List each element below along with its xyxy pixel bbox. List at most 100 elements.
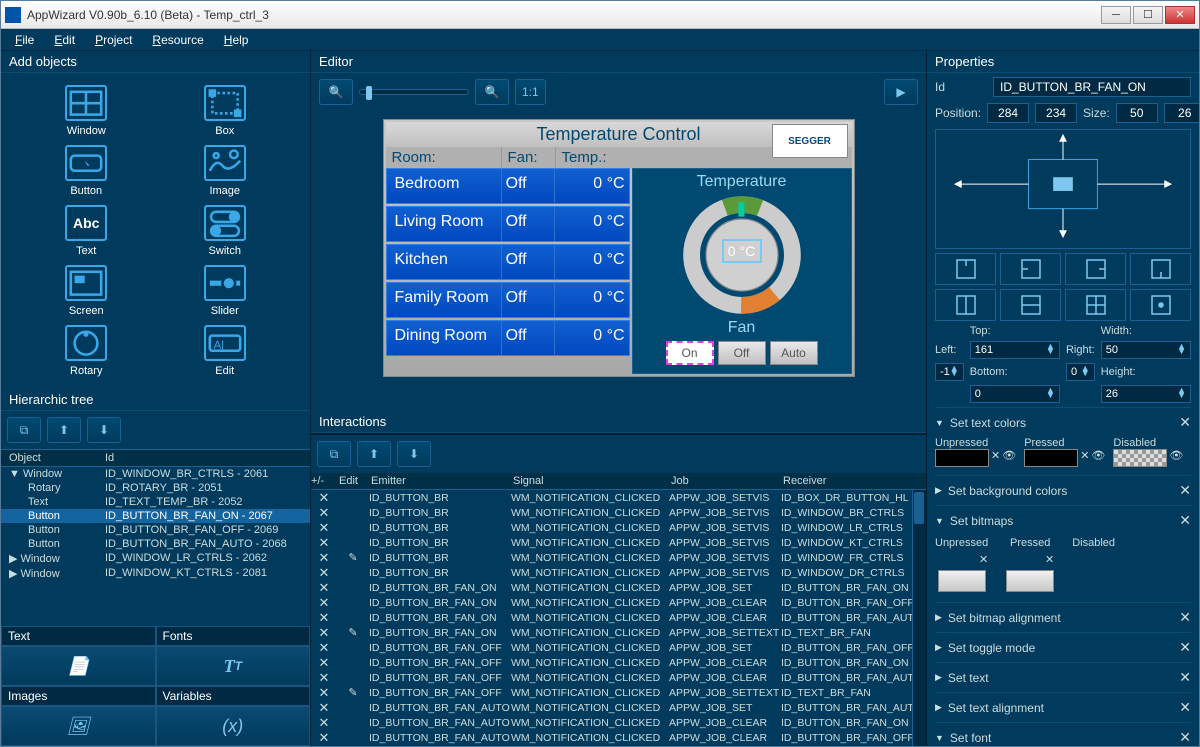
align-2[interactable] (1000, 253, 1061, 285)
res-images-button[interactable]: 🖼 (1, 706, 156, 746)
set-toggle-header[interactable]: ▶Set toggle mode✕ (935, 637, 1191, 658)
bottom-field[interactable]: 0▲▼ (970, 385, 1060, 403)
interactions-rows[interactable]: ✕ID_BUTTON_BRWM_NOTIFICATION_CLICKEDAPPW… (311, 490, 926, 746)
align-3[interactable] (1065, 253, 1126, 285)
tree-row[interactable]: ButtonID_BUTTON_BR_FAN_ON - 2067 (1, 509, 310, 523)
addobj-slider[interactable] (204, 265, 246, 301)
interaction-row[interactable]: ✕ID_BUTTON_BR_FAN_OFFWM_NOTIFICATION_CLI… (311, 640, 926, 655)
addobj-rotary[interactable] (65, 325, 107, 361)
play-button[interactable]: ▶ (884, 79, 918, 105)
maximize-button[interactable]: ☐ (1133, 6, 1163, 24)
int-col-emitter[interactable]: Emitter (369, 475, 511, 487)
room-row[interactable]: BedroomOff0 °C (386, 168, 630, 204)
minimize-button[interactable]: ─ (1101, 6, 1131, 24)
int-col-job[interactable]: Job (669, 475, 781, 487)
res-fonts-button[interactable]: TT (156, 646, 311, 686)
tree-row[interactable]: ButtonID_BUTTON_BR_FAN_AUTO - 2068 (1, 537, 310, 551)
titlebar[interactable]: AppWizard V0.90b_6.10 (Beta) - Temp_ctrl… (1, 1, 1199, 29)
tree-row[interactable]: ▶ WindowID_WINDOW_KT_CTRLS - 2081 (1, 566, 310, 581)
rotary-dial[interactable]: 0 °C (682, 195, 802, 315)
menu-project[interactable]: Project (85, 31, 142, 49)
interaction-row[interactable]: ✕ID_BUTTON_BR_FAN_AUTOWM_NOTIFICATION_CL… (311, 700, 926, 715)
align-4[interactable] (1130, 253, 1191, 285)
align-8[interactable] (1130, 289, 1191, 321)
size-h-field[interactable] (1164, 103, 1199, 123)
res-vars-button[interactable]: (x) (156, 706, 311, 746)
tree-row[interactable]: TextID_TEXT_TEMP_BR - 2052 (1, 495, 310, 509)
interaction-row[interactable]: ✕ID_BUTTON_BR_FAN_AUTOWM_NOTIFICATION_CL… (311, 730, 926, 745)
align-1[interactable] (935, 253, 996, 285)
addobj-screen[interactable] (65, 265, 107, 301)
id-field[interactable] (993, 77, 1191, 97)
int-col-edit[interactable]: Edit (337, 475, 369, 487)
interaction-row[interactable]: ✕ID_BUTTON_BR_FAN_OFFWM_NOTIFICATION_CLI… (311, 670, 926, 685)
room-row[interactable]: Family RoomOff0 °C (386, 282, 630, 318)
align-5[interactable] (935, 289, 996, 321)
interaction-row[interactable]: ✕✎ID_BUTTON_BRWM_NOTIFICATION_CLICKEDAPP… (311, 550, 926, 565)
int-up-button[interactable]: ⬆ (357, 441, 391, 467)
set-bitmap-align-header[interactable]: ▶Set bitmap alignment✕ (935, 607, 1191, 628)
size-w-field[interactable] (1116, 103, 1158, 123)
bitmap-unpressed[interactable] (938, 570, 986, 592)
align-6[interactable] (1000, 289, 1061, 321)
interaction-row[interactable]: ✕ID_BUTTON_BR_FAN_AUTOWM_NOTIFICATION_CL… (311, 715, 926, 730)
tree-col-object[interactable]: Object (5, 452, 105, 464)
top-field[interactable]: 161▲▼ (970, 341, 1060, 359)
unpressed-color[interactable] (935, 449, 989, 467)
canvas-area[interactable]: Temperature Control SEGGER Room: Fan: Te… (311, 111, 926, 411)
addobj-edit[interactable]: A| (204, 325, 246, 361)
addobj-image[interactable] (204, 145, 246, 181)
right-field[interactable]: 0▲▼ (1066, 363, 1095, 381)
menu-help[interactable]: Help (214, 31, 259, 49)
addobj-box[interactable] (204, 85, 246, 121)
int-down-button[interactable]: ⬇ (397, 441, 431, 467)
width-field[interactable]: 50▲▼ (1101, 341, 1191, 359)
set-bitmaps-header[interactable]: ▼Set bitmaps✕ (935, 510, 1191, 531)
interaction-row[interactable]: ✕ID_BUTTON_BR_FAN_ONWM_NOTIFICATION_CLIC… (311, 610, 926, 625)
pressed-color[interactable] (1024, 449, 1078, 467)
up-button[interactable]: ⬆ (47, 417, 81, 443)
zoom-reset-button[interactable]: 1:1 (515, 79, 546, 105)
set-text-colors-header[interactable]: ▼Set text colors✕ (935, 412, 1191, 433)
room-row[interactable]: KitchenOff0 °C (386, 244, 630, 280)
copy-button[interactable]: ⧉ (7, 417, 41, 443)
pos-y-field[interactable] (1035, 103, 1077, 123)
interaction-row[interactable]: ✕ID_BUTTON_BRWM_NOTIFICATION_CLICKEDAPPW… (311, 535, 926, 550)
interactions-scrollbar[interactable] (912, 490, 926, 746)
zoom-out-button[interactable]: 🔍 (319, 79, 353, 105)
tree-row[interactable]: ▼ WindowID_WINDOW_BR_CTRLS - 2061 (1, 467, 310, 481)
interaction-row[interactable]: ✕✎ID_BUTTON_BR_FAN_AUTOWM_NOTIFICATION_C… (311, 745, 926, 746)
menu-file[interactable]: File (5, 31, 44, 49)
int-copy-button[interactable]: ⧉ (317, 441, 351, 467)
disabled-color[interactable] (1113, 449, 1167, 467)
interaction-row[interactable]: ✕ID_BUTTON_BRWM_NOTIFICATION_CLICKEDAPPW… (311, 520, 926, 535)
interaction-row[interactable]: ✕ID_BUTTON_BRWM_NOTIFICATION_CLICKEDAPPW… (311, 490, 926, 505)
tree-col-id[interactable]: Id (105, 452, 114, 464)
addobj-window[interactable] (65, 85, 107, 121)
set-bg-colors-header[interactable]: ▶Set background colors✕ (935, 480, 1191, 501)
tree-row[interactable]: ▶ WindowID_WINDOW_LR_CTRLS - 2062 (1, 551, 310, 566)
menu-resource[interactable]: Resource (142, 31, 213, 49)
anchor-diagram[interactable] (935, 129, 1191, 249)
left-field[interactable]: -1▲▼ (935, 363, 964, 381)
height-field[interactable]: 26▲▼ (1101, 385, 1191, 403)
set-text-header[interactable]: ▶Set text✕ (935, 667, 1191, 688)
down-button[interactable]: ⬇ (87, 417, 121, 443)
interaction-row[interactable]: ✕ID_BUTTON_BR_FAN_ONWM_NOTIFICATION_CLIC… (311, 595, 926, 610)
align-7[interactable] (1065, 289, 1126, 321)
interaction-row[interactable]: ✕✎ID_BUTTON_BR_FAN_OFFWM_NOTIFICATION_CL… (311, 685, 926, 700)
addobj-text[interactable]: Abc (65, 205, 107, 241)
set-text-align-header[interactable]: ▶Set text alignment✕ (935, 697, 1191, 718)
tree-row[interactable]: RotaryID_ROTARY_BR - 2051 (1, 481, 310, 495)
addobj-button[interactable] (65, 145, 107, 181)
interaction-row[interactable]: ✕ID_BUTTON_BRWM_NOTIFICATION_CLICKEDAPPW… (311, 505, 926, 520)
bitmap-pressed[interactable] (1006, 570, 1054, 592)
interaction-row[interactable]: ✕ID_BUTTON_BR_FAN_OFFWM_NOTIFICATION_CLI… (311, 655, 926, 670)
close-button[interactable]: ✕ (1165, 6, 1195, 24)
zoom-in-button[interactable]: 🔍 (475, 79, 509, 105)
room-row[interactable]: Living RoomOff0 °C (386, 206, 630, 242)
interaction-row[interactable]: ✕ID_BUTTON_BR_FAN_ONWM_NOTIFICATION_CLIC… (311, 580, 926, 595)
interaction-row[interactable]: ✕ID_BUTTON_BRWM_NOTIFICATION_CLICKEDAPPW… (311, 565, 926, 580)
fan-auto-button[interactable]: Auto (770, 341, 818, 365)
int-col-signal[interactable]: Signal (511, 475, 669, 487)
